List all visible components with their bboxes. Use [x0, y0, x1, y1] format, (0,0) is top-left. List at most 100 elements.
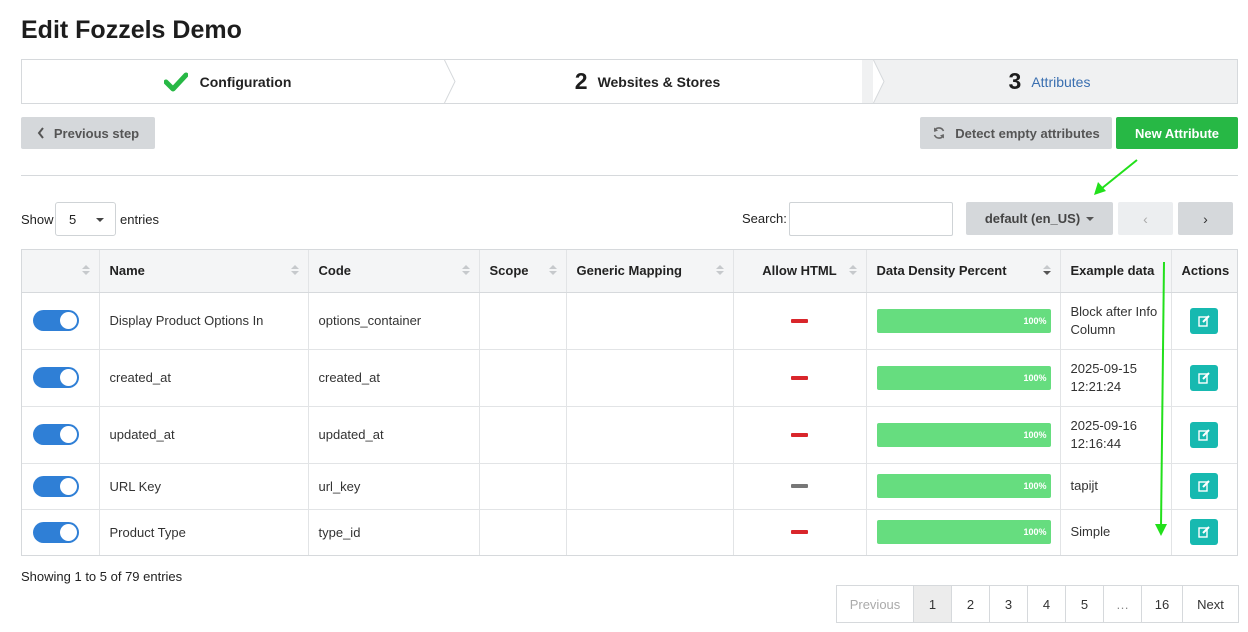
annotation-arrow-locale [1094, 159, 1138, 195]
allow-html-neutral-icon [791, 484, 808, 488]
show-label: Show [21, 212, 54, 227]
table-info: Showing 1 to 5 of 79 entries [21, 569, 183, 584]
column-header-generic-mapping[interactable]: Generic Mapping [566, 250, 734, 293]
column-header-name[interactable]: Name [99, 250, 309, 293]
search-input[interactable] [789, 202, 953, 236]
entries-label: entries [120, 212, 160, 227]
table-row: Product Type type_id 100% Simple [22, 509, 1237, 555]
wizard-steps: Configuration 2 Websites & Stores 3 Attr… [21, 59, 1238, 104]
enabled-toggle[interactable] [33, 424, 79, 445]
sort-icon [461, 265, 470, 275]
attributes-table: Name Code Scope Generic Mapping Allow HT… [21, 249, 1238, 556]
example-data: 2025-09-16 12:16:44 [1060, 406, 1172, 464]
column-header-actions: Actions [1171, 250, 1237, 293]
sort-icon [715, 265, 724, 275]
edit-icon [1198, 371, 1210, 384]
locale-dropdown-label: default (en_US) [984, 211, 1081, 226]
previous-step-button[interactable]: Previous step [21, 117, 155, 149]
enabled-toggle[interactable] [33, 367, 79, 388]
example-data: 2025-09-15 12:21:24 [1060, 349, 1172, 407]
wizard-step-label: Attributes [1031, 73, 1091, 90]
caret-down-icon [1086, 216, 1095, 221]
edit-button[interactable] [1190, 364, 1219, 391]
column-header-scope[interactable]: Scope [479, 250, 567, 293]
enabled-toggle[interactable] [33, 475, 79, 497]
column-header-toggle[interactable] [22, 250, 100, 293]
divider [21, 175, 1238, 176]
locale-prev-button[interactable]: ‹ [1118, 202, 1173, 235]
wizard-step-label: Configuration [199, 73, 292, 90]
table-header-row: Name Code Scope Generic Mapping Allow HT… [22, 250, 1237, 293]
wizard-step-websites[interactable]: 2 Websites & Stores [433, 59, 885, 104]
column-header-allow-html[interactable]: Allow HTML [733, 250, 867, 293]
pagination-page-1[interactable]: 1 [914, 586, 952, 622]
attribute-mapping [566, 349, 734, 407]
pagination-ellipsis: … [1104, 586, 1142, 622]
table-row: Display Product Options In options_conta… [22, 292, 1237, 350]
wizard-step-attributes[interactable]: 3 Attributes [862, 60, 1237, 103]
wizard-step-label: Websites & Stores [597, 73, 721, 90]
attribute-code: url_key [308, 463, 480, 510]
sort-icon [1042, 265, 1051, 275]
attribute-code: created_at [308, 349, 480, 407]
density-bar: 100% [876, 422, 1051, 447]
density-bar: 100% [876, 365, 1051, 390]
pagination-page-2[interactable]: 2 [952, 586, 990, 622]
locale-dropdown[interactable]: default (en_US) [966, 202, 1113, 235]
pagination-previous[interactable]: Previous [837, 586, 914, 622]
attribute-name: Product Type [99, 509, 309, 555]
attribute-name: Display Product Options In [99, 292, 309, 350]
edit-icon [1198, 526, 1210, 538]
wizard-step-configuration[interactable]: Configuration [22, 59, 456, 104]
sort-icon [848, 265, 857, 275]
sort-icon [290, 265, 299, 275]
pagination-page-5[interactable]: 5 [1066, 586, 1104, 622]
allow-html-no-icon [791, 318, 808, 323]
edit-icon [1198, 428, 1210, 441]
density-bar: 100% [876, 474, 1051, 498]
page-title: Edit Fozzels Demo [21, 16, 242, 44]
pagination-page-16[interactable]: 16 [1142, 586, 1183, 622]
enabled-toggle[interactable] [33, 310, 79, 331]
pagination-page-4[interactable]: 4 [1028, 586, 1066, 622]
edit-icon [1198, 314, 1210, 327]
attribute-name: updated_at [99, 406, 309, 464]
allow-html-no-icon [791, 530, 808, 535]
edit-button[interactable] [1190, 307, 1219, 334]
pagination-page-3[interactable]: 3 [990, 586, 1028, 622]
column-header-code[interactable]: Code [308, 250, 480, 293]
table-row: created_at created_at 100% 2025-09-15 12… [22, 349, 1237, 407]
pagination-next[interactable]: Next [1183, 586, 1238, 622]
density-bar: 100% [876, 520, 1051, 545]
density-bar: 100% [876, 308, 1051, 333]
attribute-mapping [566, 406, 734, 464]
enabled-toggle[interactable] [33, 521, 79, 543]
attribute-scope [479, 509, 567, 555]
previous-step-label: Previous step [53, 125, 140, 141]
check-icon [163, 72, 188, 92]
step-number: 2 [574, 68, 588, 94]
table-row: URL Key url_key 100% tapijt [22, 463, 1237, 510]
edit-button[interactable] [1190, 421, 1219, 448]
attribute-mapping [566, 292, 734, 350]
attribute-scope [479, 406, 567, 464]
attribute-scope [479, 292, 567, 350]
attribute-scope [479, 349, 567, 407]
detect-empty-attributes-button[interactable]: Detect empty attributes [920, 117, 1112, 149]
locale-next-button[interactable]: › [1178, 202, 1233, 235]
attribute-name: created_at [99, 349, 309, 407]
allow-html-no-icon [791, 375, 808, 380]
chevron-left-icon [37, 127, 45, 139]
entries-select[interactable]: 5 [55, 202, 116, 236]
sort-icon [548, 265, 557, 275]
refresh-icon [932, 126, 946, 140]
column-header-data-density[interactable]: Data Density Percent [866, 250, 1061, 293]
column-header-example-data: Example data [1060, 250, 1172, 293]
pagination: Previous 1 2 3 4 5 … 16 Next [836, 585, 1239, 623]
edit-button[interactable] [1190, 519, 1219, 546]
edit-button[interactable] [1190, 473, 1219, 499]
sort-icon [81, 265, 90, 275]
new-attribute-button[interactable]: New Attribute [1116, 117, 1238, 149]
attribute-mapping [566, 463, 734, 510]
allow-html-no-icon [791, 432, 808, 437]
